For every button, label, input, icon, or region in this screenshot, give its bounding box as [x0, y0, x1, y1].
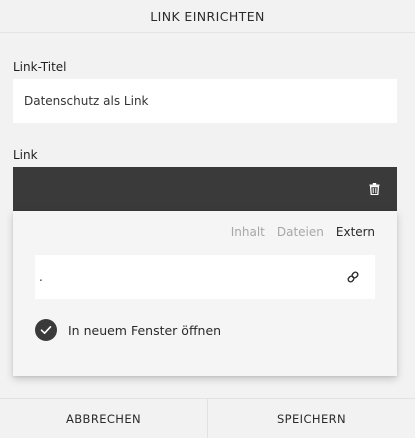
dialog-footer: ABBRECHEN SPEICHERN — [0, 398, 415, 438]
url-field — [35, 255, 375, 299]
link-bar[interactable] — [13, 167, 397, 211]
tab-dateien[interactable]: Dateien — [277, 225, 324, 239]
new-window-checkbox[interactable] — [35, 319, 57, 341]
cancel-button[interactable]: ABBRECHEN — [0, 399, 208, 438]
link-label: Link — [13, 148, 38, 162]
link-title-label: Link-Titel — [13, 60, 67, 74]
tab-extern[interactable]: Extern — [336, 225, 375, 239]
link-popover: Inhalt Dateien Extern In neuem Fenster ö… — [13, 211, 397, 376]
url-input[interactable] — [35, 255, 340, 299]
trash-icon[interactable] — [367, 182, 381, 196]
link-type-tabs: Inhalt Dateien Extern — [231, 225, 375, 239]
new-window-option[interactable]: In neuem Fenster öffnen — [35, 319, 221, 341]
new-window-label: In neuem Fenster öffnen — [68, 322, 222, 338]
check-icon — [40, 326, 52, 334]
link-icon — [345, 269, 361, 285]
link-title-input[interactable] — [13, 79, 397, 123]
save-button[interactable]: SPEICHERN — [208, 399, 415, 438]
tab-inhalt[interactable]: Inhalt — [231, 225, 265, 239]
dialog-title: LINK EINRICHTEN — [0, 0, 415, 33]
